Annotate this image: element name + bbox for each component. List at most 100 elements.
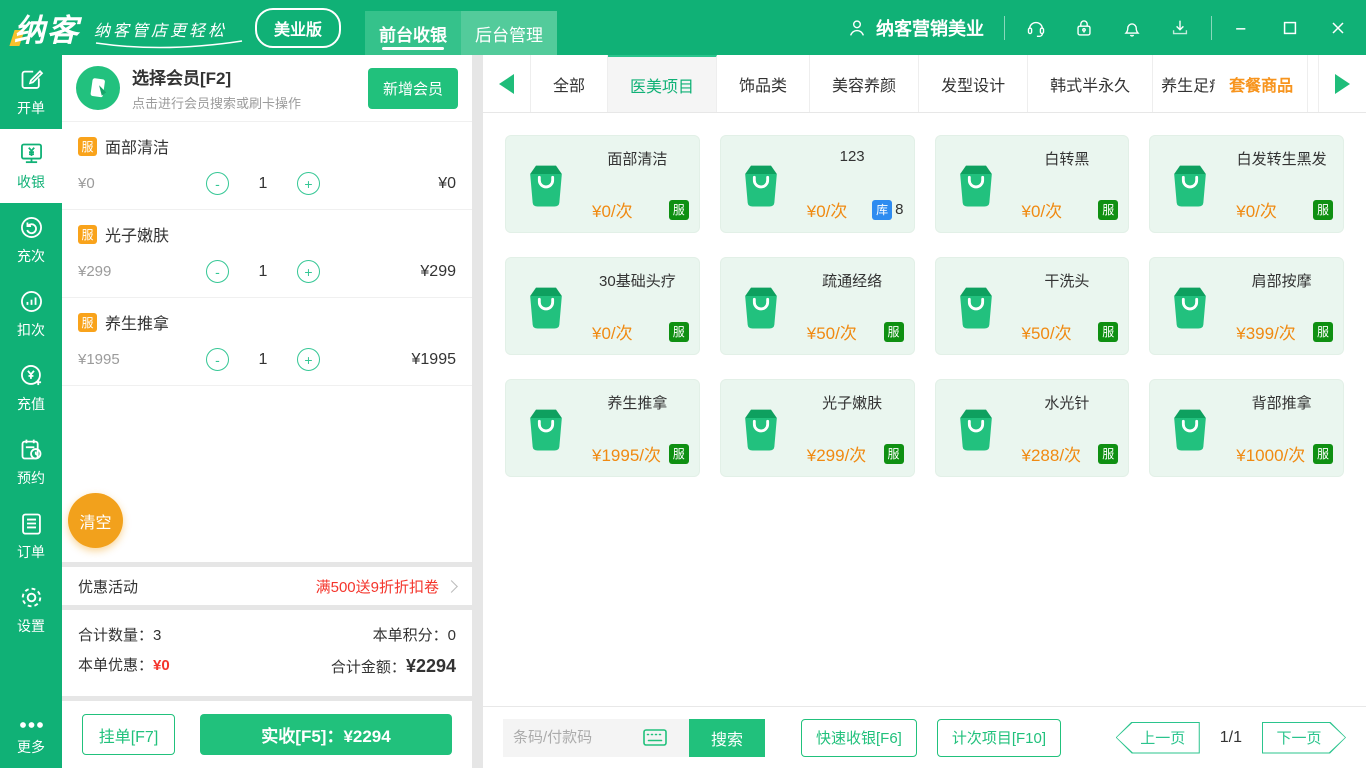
category-tab-foot-care[interactable]: 养生足疗 — [1153, 55, 1215, 112]
sidebar-item-cashier[interactable]: 收银 — [0, 129, 62, 203]
close-icon[interactable] — [1328, 18, 1348, 38]
product-name: 疏通经络 — [801, 270, 904, 291]
sidebar-item-more[interactable]: 更多 — [0, 706, 62, 768]
service-badge: 服 — [884, 444, 904, 464]
topbar-right: 纳客营销美业 — [846, 15, 1348, 41]
product-card[interactable]: 养生推拿 ¥1995/次 服 — [505, 379, 700, 477]
product-name: 30基础头疗 — [586, 270, 689, 291]
download-icon[interactable] — [1169, 17, 1191, 39]
keyboard-icon[interactable] — [643, 729, 667, 746]
order-points: 本单积分：0 — [373, 621, 456, 651]
cart-item-row: 服 养生推拿 ¥1995 - 1 + ¥1995 — [62, 298, 472, 386]
shopping-bag-icon — [936, 380, 1016, 476]
category-tab-hair-design[interactable]: 发型设计 — [919, 55, 1028, 112]
product-card[interactable]: 疏通经络 ¥50/次 服 — [720, 257, 915, 355]
bell-icon[interactable] — [1121, 17, 1143, 39]
quick-cashier-button[interactable]: 快速收银[F6] — [801, 719, 917, 757]
cart-item-name: 光子嫩肤 — [105, 222, 169, 246]
category-tab-korean-semi-permanent[interactable]: 韩式半永久 — [1028, 55, 1153, 112]
category-bar: 全部 医美项目 饰品类 美容养颜 发型设计 韩式半永久 养生足疗 套餐商品 — [483, 55, 1366, 113]
edition-badge[interactable]: 美业版 — [255, 8, 341, 48]
shopping-bag-icon — [721, 380, 801, 476]
select-member-button[interactable]: 选择会员[F2] 点击进行会员搜索或刷卡操作 — [132, 64, 301, 112]
prev-page-button[interactable]: 上一页 — [1116, 722, 1200, 754]
next-page-button[interactable]: 下一页 — [1262, 722, 1346, 754]
sidebar-item-orders[interactable]: 订单 — [0, 499, 62, 573]
slogan: 纳客管店更轻松 — [94, 15, 227, 41]
minimize-icon[interactable] — [1232, 18, 1252, 38]
qty-plus-button[interactable]: + — [297, 260, 320, 283]
arrow-left-icon — [499, 74, 514, 94]
product-card[interactable]: 干洗头 ¥50/次 服 — [935, 257, 1130, 355]
tab-back-manage[interactable]: 后台管理 — [461, 11, 557, 55]
maximize-icon[interactable] — [1280, 18, 1300, 38]
promo-label: 优惠活动 — [78, 576, 138, 597]
sidebar-item-recharge-times[interactable]: 充次 — [0, 203, 62, 277]
sidebar-item-billing[interactable]: 开单 — [0, 55, 62, 129]
product-card[interactable]: 白发转生黑发 ¥0/次 服 — [1149, 135, 1344, 233]
cart-item-total: ¥299 — [420, 263, 456, 281]
qty-minus-button[interactable]: - — [206, 348, 229, 371]
search-button[interactable]: 搜索 — [689, 719, 765, 757]
hold-order-button[interactable]: 挂单[F7] — [82, 714, 175, 755]
service-badge: 服 — [884, 322, 904, 342]
settings-icon — [18, 584, 45, 611]
order-discount: 本单优惠：¥0 — [78, 651, 170, 683]
category-tab-medical-beauty[interactable]: 医美项目 — [608, 55, 717, 112]
qty-minus-button[interactable]: - — [206, 172, 229, 195]
category-tab-package-goods[interactable]: 套餐商品 — [1215, 55, 1308, 112]
product-card[interactable]: 白转黑 ¥0/次 服 — [935, 135, 1130, 233]
clear-cart-button[interactable]: 清空 — [68, 493, 123, 548]
arrow-right-icon — [1335, 74, 1350, 94]
product-name: 面部清洁 — [586, 148, 689, 169]
product-name: 白转黑 — [1016, 148, 1119, 169]
category-scroll-left-button[interactable] — [483, 55, 531, 112]
lock-icon[interactable] — [1073, 17, 1095, 39]
product-card[interactable]: 背部推拿 ¥1000/次 服 — [1149, 379, 1344, 477]
barcode-input[interactable] — [513, 729, 643, 746]
sidebar-item-settings[interactable]: 设置 — [0, 573, 62, 647]
cart-item-unit-price: ¥299 — [78, 263, 206, 280]
category-tab-all[interactable]: 全部 — [531, 55, 608, 112]
product-card[interactable]: 肩部按摩 ¥399/次 服 — [1149, 257, 1344, 355]
product-card[interactable]: 30基础头疗 ¥0/次 服 — [505, 257, 700, 355]
product-card[interactable]: 光子嫩肤 ¥299/次 服 — [720, 379, 915, 477]
page-indicator: 1/1 — [1220, 729, 1242, 747]
tab-front-cashier[interactable]: 前台收银 — [365, 11, 461, 55]
sidebar-item-deduct-times[interactable]: 扣次 — [0, 277, 62, 351]
appointment-icon — [18, 436, 45, 463]
cart-item-total: ¥0 — [438, 175, 456, 193]
stock-count: 8 — [895, 201, 903, 218]
product-card[interactable]: 面部清洁 ¥0/次 服 — [505, 135, 700, 233]
count-item-button[interactable]: 计次项目[F10] — [937, 719, 1061, 757]
cart-item-row: 服 光子嫩肤 ¥299 - 1 + ¥299 — [62, 210, 472, 298]
category-tab-accessories[interactable]: 饰品类 — [717, 55, 810, 112]
category-tab-beauty-care[interactable]: 美容养颜 — [810, 55, 919, 112]
orders-icon — [18, 510, 45, 537]
shopping-bag-icon — [1150, 380, 1230, 476]
cart-item-unit-price: ¥1995 — [78, 351, 206, 368]
product-price: ¥1000/次 — [1236, 441, 1305, 466]
recharge-money-icon — [18, 362, 45, 389]
cashier-icon — [18, 140, 45, 167]
product-name: 养生推拿 — [586, 392, 689, 413]
product-card[interactable]: 123 ¥0/次 库 8 — [720, 135, 915, 233]
spacer — [483, 499, 1366, 706]
charge-button[interactable]: 实收[F5]：¥2294 — [200, 714, 452, 755]
category-scroll-right-button[interactable] — [1318, 55, 1366, 112]
sidebar-item-appointment[interactable]: 预约 — [0, 425, 62, 499]
member-card-icon[interactable] — [76, 66, 120, 110]
qty-plus-button[interactable]: + — [297, 348, 320, 371]
qty-plus-button[interactable]: + — [297, 172, 320, 195]
add-member-button[interactable]: 新增会员 — [368, 68, 458, 109]
sidebar-item-recharge-money[interactable]: 充值 — [0, 351, 62, 425]
headset-icon[interactable] — [1025, 17, 1047, 39]
qty-minus-button[interactable]: - — [206, 260, 229, 283]
shopping-bag-icon — [721, 258, 801, 354]
product-card[interactable]: 水光针 ¥288/次 服 — [935, 379, 1130, 477]
promo-row[interactable]: 优惠活动 满500送9折折扣卷 — [62, 567, 472, 605]
shopping-bag-icon — [506, 136, 586, 232]
user-account[interactable]: 纳客营销美业 — [846, 15, 984, 41]
member-section: 选择会员[F2] 点击进行会员搜索或刷卡操作 新增会员 — [62, 55, 472, 122]
sidebar-item-label: 充值 — [17, 394, 45, 414]
